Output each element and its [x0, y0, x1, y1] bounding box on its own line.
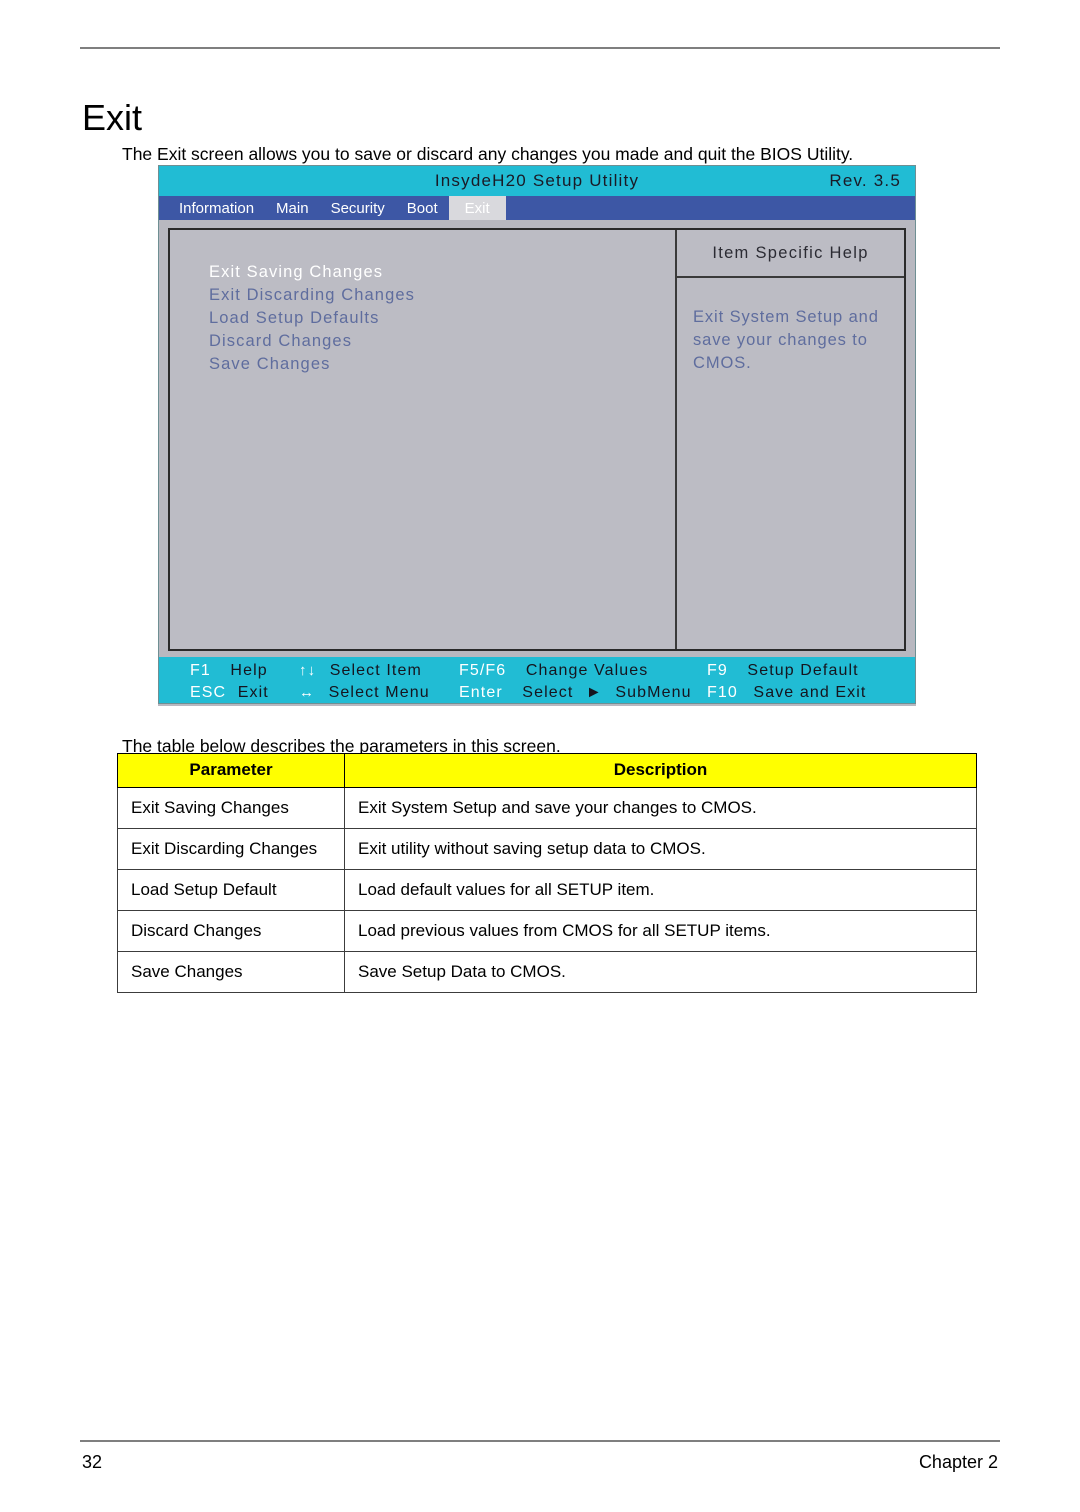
table-body: Exit Saving Changes Exit System Setup an… [117, 787, 977, 993]
fk-f1-key: F1 [190, 661, 211, 679]
page-title: Exit [82, 97, 143, 139]
menu-item-load-setup-defaults[interactable]: Load Setup Defaults [209, 307, 675, 330]
function-key-row-1: F1 Help ↑↓ Select Item F5/F6 Change Valu… [159, 659, 915, 682]
cell-description: Load default values for all SETUP item. [344, 869, 977, 911]
bios-setup-screenshot: InsydeH20 Setup Utility Rev. 3.5 Informa… [158, 165, 916, 706]
column-header-parameter: Parameter [117, 753, 345, 788]
bios-menu-pane: Exit Saving Changes Exit Discarding Chan… [170, 230, 677, 649]
intro-paragraph: The Exit screen allows you to save or di… [122, 143, 854, 164]
cell-parameter: Save Changes [117, 951, 345, 993]
function-key-row-2: ESC Exit ↔ Select Menu Enter Select ► Su… [159, 681, 915, 704]
fk-f10-key: F10 [707, 683, 738, 701]
fk-f5-f6-change-values[interactable]: F5/F6 Change Values [459, 662, 704, 680]
parameter-description-table: Parameter Description Exit Saving Change… [117, 753, 977, 993]
bios-tab-bar: Information Main Security Boot Exit [158, 196, 916, 220]
tab-boot[interactable]: Boot [396, 196, 449, 220]
fk-f9-setup-default[interactable]: F9 Setup Default [707, 662, 859, 680]
fk-setup-default-label: Setup Default [747, 661, 859, 679]
table-row: Load Setup Default Load default values f… [117, 869, 977, 911]
menu-item-discard-changes[interactable]: Discard Changes [209, 330, 675, 353]
fk-enter-submenu[interactable]: Enter Select ► SubMenu [459, 684, 704, 702]
fk-select-item[interactable]: ↑↓ Select Item [299, 662, 474, 680]
table-header: Parameter Description [117, 753, 977, 788]
cell-description: Exit System Setup and save your changes … [344, 787, 977, 829]
column-header-description: Description [344, 753, 977, 788]
cell-description: Load previous values from CMOS for all S… [344, 910, 977, 952]
fk-esc-exit-label: Exit [237, 683, 269, 701]
table-row: Discard Changes Load previous values fro… [117, 910, 977, 952]
help-text-line-2: save your changes to [693, 331, 868, 349]
table-row: Save Changes Save Setup Data to CMOS. [117, 951, 977, 993]
tab-main[interactable]: Main [265, 196, 320, 220]
bios-utility-title: InsydeH20 Setup Utility [434, 171, 640, 190]
fk-change-values-label: Change Values [525, 661, 649, 679]
fk-select-label: Select [522, 683, 574, 701]
help-text-line-3: CMOS. [693, 354, 752, 372]
fk-f5-f6-key: F5/F6 [459, 661, 507, 679]
tab-information[interactable]: Information [159, 196, 265, 220]
header-rule [80, 47, 1000, 49]
fk-select-item-label: Select Item [329, 661, 422, 679]
left-right-arrow-icon: ↔ [299, 683, 316, 701]
fk-f9-key: F9 [707, 661, 728, 679]
cell-parameter: Exit Discarding Changes [117, 828, 345, 870]
footer-rule [80, 1440, 1000, 1442]
bios-panes: Exit Saving Changes Exit Discarding Chan… [168, 228, 906, 651]
right-triangle-icon: ► [585, 683, 603, 701]
table-row: Exit Discarding Changes Exit utility wit… [117, 828, 977, 870]
table-header-row: Parameter Description [117, 753, 977, 788]
fk-f1-label: Help [230, 661, 268, 679]
bios-title-bar: InsydeH20 Setup Utility Rev. 3.5 [158, 165, 916, 196]
bios-function-key-bar: F1 Help ↑↓ Select Item F5/F6 Change Valu… [158, 657, 916, 704]
fk-select-menu[interactable]: ↔ Select Menu [299, 684, 474, 702]
fk-f1-help[interactable]: F1 Help [190, 662, 310, 680]
fk-esc-key: ESC [190, 683, 227, 701]
menu-item-exit-discarding-changes[interactable]: Exit Discarding Changes [209, 284, 675, 307]
bios-help-pane: Item Specific Help Exit System Setup and… [677, 230, 904, 649]
up-down-arrow-icon: ↑↓ [299, 661, 317, 679]
fk-save-and-exit-label: Save and Exit [753, 683, 867, 701]
menu-item-save-changes[interactable]: Save Changes [209, 353, 675, 376]
menu-item-exit-saving-changes[interactable]: Exit Saving Changes [209, 261, 675, 284]
bios-revision-label: Rev. 3.5 [829, 171, 901, 190]
cell-description: Exit utility without saving setup data t… [344, 828, 977, 870]
bios-body: Exit Saving Changes Exit Discarding Chan… [158, 220, 916, 657]
cell-parameter: Discard Changes [117, 910, 345, 952]
cell-parameter: Exit Saving Changes [117, 787, 345, 829]
cell-description: Save Setup Data to CMOS. [344, 951, 977, 993]
fk-submenu-label: SubMenu [615, 683, 692, 701]
tab-exit[interactable]: Exit [448, 196, 506, 220]
table-row: Exit Saving Changes Exit System Setup an… [117, 787, 977, 829]
fk-f10-save-and-exit[interactable]: F10 Save and Exit [707, 684, 866, 702]
bios-menu-list: Exit Saving Changes Exit Discarding Chan… [170, 261, 675, 376]
footer-chapter-label: Chapter 2 [918, 1452, 998, 1472]
item-specific-help-title: Item Specific Help [677, 230, 904, 278]
item-specific-help-text: Exit System Setup and save your changes … [677, 278, 904, 375]
fk-enter-key: Enter [459, 683, 503, 701]
help-text-line-1: Exit System Setup and [693, 308, 879, 326]
footer-page-number: 32 [82, 1452, 103, 1472]
tab-security[interactable]: Security [320, 196, 396, 220]
fk-esc-exit[interactable]: ESC Exit [190, 684, 310, 702]
fk-select-menu-label: Select Menu [328, 683, 430, 701]
cell-parameter: Load Setup Default [117, 869, 345, 911]
